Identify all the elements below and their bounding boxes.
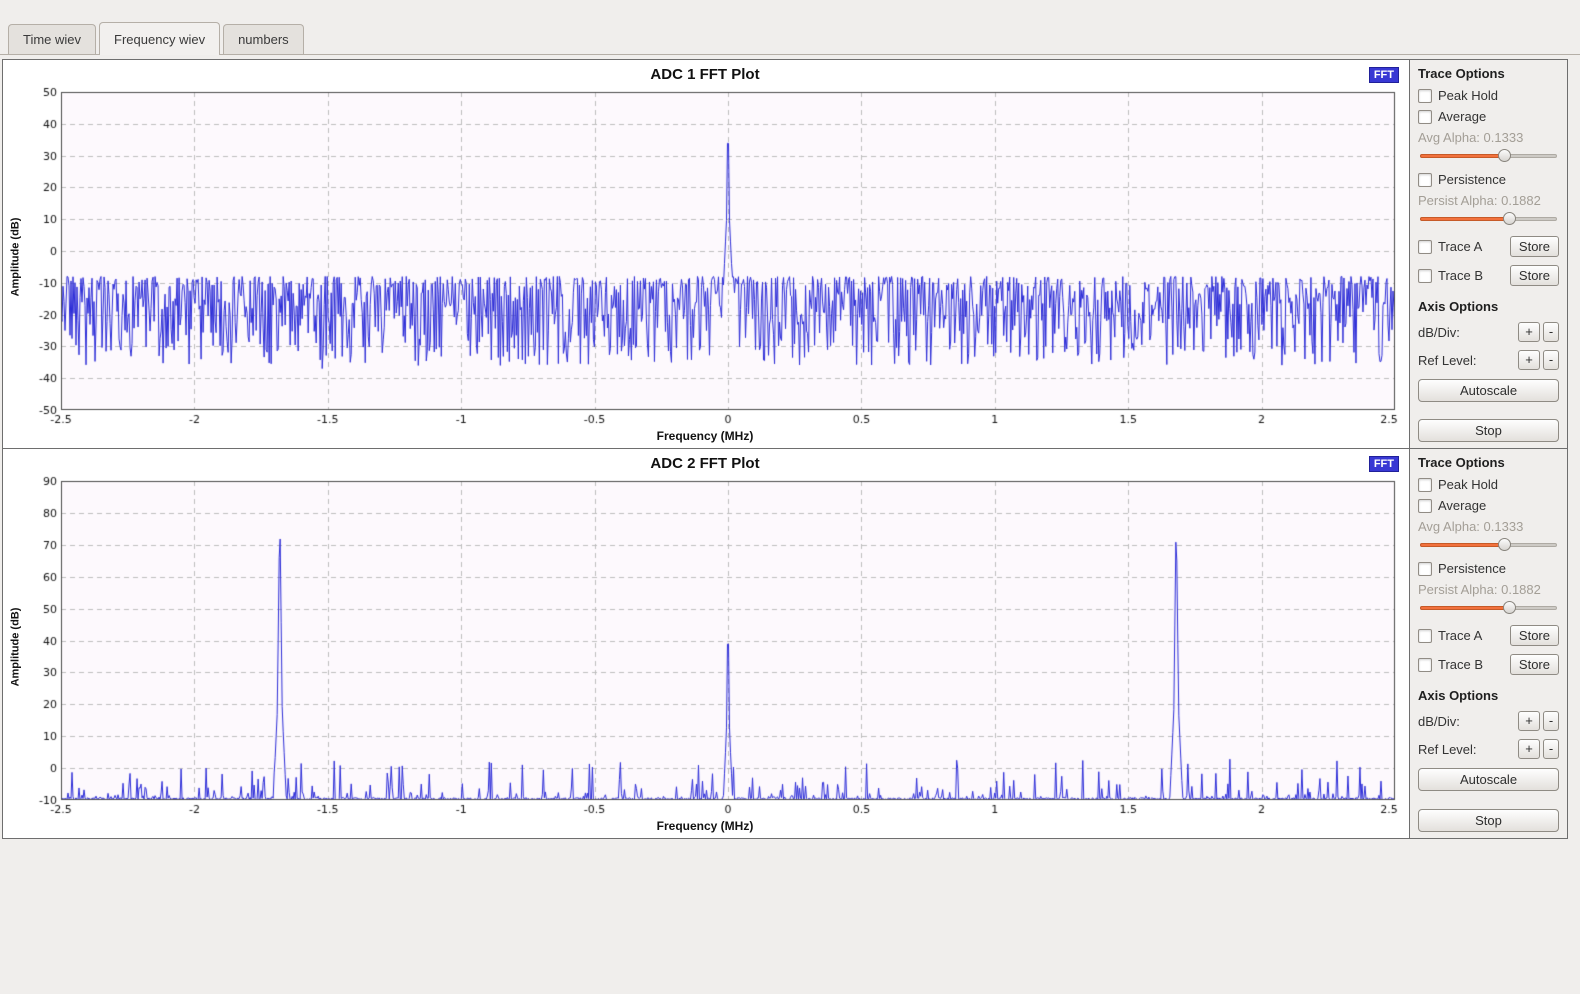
peak-hold-row[interactable]: Peak Hold [1418, 88, 1559, 103]
axis-options-heading: Axis Options [1418, 299, 1559, 314]
tab-bar: Time wiev Frequency wiev numbers [0, 0, 1580, 55]
persist-alpha-slider[interactable] [1420, 211, 1557, 227]
db-div-plus-button[interactable]: + [1518, 711, 1540, 731]
trace-b-label: Trace B [1438, 268, 1483, 283]
peak-hold-checkbox[interactable] [1418, 478, 1432, 492]
trace-b-row: Trace B Store [1418, 265, 1559, 286]
adc2-section: ADC 2 FFT Plot FFT Amplitude (dB) Freque… [3, 449, 1567, 838]
axis-options-heading: Axis Options [1418, 688, 1559, 703]
adc2-x-axis-label: Frequency (MHz) [7, 818, 1403, 836]
adc2-chart-area: Amplitude (dB) [7, 475, 1403, 818]
peak-hold-row[interactable]: Peak Hold [1418, 477, 1559, 492]
slider-fill [1420, 543, 1505, 547]
store-trace-a-button[interactable]: Store [1510, 236, 1559, 257]
ref-level-label: Ref Level: [1418, 742, 1515, 757]
average-row[interactable]: Average [1418, 498, 1559, 513]
persistence-checkbox[interactable] [1418, 173, 1432, 187]
trace-a-row: Trace A Store [1418, 625, 1559, 646]
peak-hold-label: Peak Hold [1438, 88, 1498, 103]
store-trace-b-button[interactable]: Store [1510, 265, 1559, 286]
avg-alpha-slider[interactable] [1420, 537, 1557, 553]
adc2-plot-panel: ADC 2 FFT Plot FFT Amplitude (dB) Freque… [3, 449, 1409, 838]
persistence-checkbox[interactable] [1418, 562, 1432, 576]
main-frame: ADC 1 FFT Plot FFT Amplitude (dB) Freque… [2, 59, 1568, 839]
avg-alpha-slider-knob[interactable] [1498, 538, 1511, 551]
persist-alpha-slider-knob[interactable] [1503, 601, 1516, 614]
ref-level-plus-button[interactable]: + [1518, 739, 1540, 759]
ref-level-row: Ref Level: + - [1418, 350, 1559, 370]
trace-a-checkbox[interactable] [1418, 240, 1432, 254]
trace-options-heading: Trace Options [1418, 66, 1559, 81]
persist-alpha-label: Persist Alpha: 0.1882 [1418, 193, 1559, 208]
trace-b-checkbox[interactable] [1418, 269, 1432, 283]
fft-badge: FFT [1369, 67, 1399, 83]
adc2-y-axis-label: Amplitude (dB) [7, 475, 23, 818]
store-trace-b-button[interactable]: Store [1510, 654, 1559, 675]
trace-a-checkbox[interactable] [1418, 629, 1432, 643]
stop-button[interactable]: Stop [1418, 419, 1559, 442]
adc2-fft-canvas [23, 475, 1403, 818]
average-checkbox[interactable] [1418, 499, 1432, 513]
tab-frequency-view[interactable]: Frequency wiev [99, 22, 220, 55]
trace-options-heading: Trace Options [1418, 455, 1559, 470]
slider-fill [1420, 154, 1505, 158]
fft-badge: FFT [1369, 456, 1399, 472]
adc1-y-axis-label: Amplitude (dB) [7, 86, 23, 428]
slider-fill [1420, 606, 1510, 610]
trace-b-checkbox[interactable] [1418, 658, 1432, 672]
db-div-row: dB/Div: + - [1418, 711, 1559, 731]
persistence-label: Persistence [1438, 561, 1506, 576]
db-div-label: dB/Div: [1418, 325, 1515, 340]
ref-level-label: Ref Level: [1418, 353, 1515, 368]
average-label: Average [1438, 498, 1486, 513]
ref-level-row: Ref Level: + - [1418, 739, 1559, 759]
slider-fill [1420, 217, 1510, 221]
ref-level-minus-button[interactable]: - [1543, 739, 1559, 759]
tab-time-view[interactable]: Time wiev [8, 24, 96, 54]
ref-level-minus-button[interactable]: - [1543, 350, 1559, 370]
average-checkbox[interactable] [1418, 110, 1432, 124]
adc1-trace-options-panel: Trace Options Peak Hold Average Avg Alph… [1409, 60, 1567, 448]
persist-alpha-label: Persist Alpha: 0.1882 [1418, 582, 1559, 597]
adc1-x-axis-label: Frequency (MHz) [7, 428, 1403, 446]
adc2-trace-options-panel: Trace Options Peak Hold Average Avg Alph… [1409, 449, 1567, 838]
db-div-row: dB/Div: + - [1418, 322, 1559, 342]
db-div-plus-button[interactable]: + [1518, 322, 1540, 342]
average-row[interactable]: Average [1418, 109, 1559, 124]
avg-alpha-label: Avg Alpha: 0.1333 [1418, 519, 1559, 534]
persistence-row[interactable]: Persistence [1418, 561, 1559, 576]
adc1-section: ADC 1 FFT Plot FFT Amplitude (dB) Freque… [3, 60, 1567, 449]
trace-a-label: Trace A [1438, 628, 1482, 643]
avg-alpha-slider-knob[interactable] [1498, 149, 1511, 162]
stop-button[interactable]: Stop [1418, 809, 1559, 832]
db-div-minus-button[interactable]: - [1543, 711, 1559, 731]
trace-a-row: Trace A Store [1418, 236, 1559, 257]
trace-b-label: Trace B [1438, 657, 1483, 672]
adc1-chart-area: Amplitude (dB) [7, 86, 1403, 428]
peak-hold-label: Peak Hold [1438, 477, 1498, 492]
persist-alpha-slider-knob[interactable] [1503, 212, 1516, 225]
db-div-minus-button[interactable]: - [1543, 322, 1559, 342]
adc2-plot-title: ADC 2 FFT Plot [7, 453, 1403, 475]
adc1-plot-panel: ADC 1 FFT Plot FFT Amplitude (dB) Freque… [3, 60, 1409, 448]
trace-a-label: Trace A [1438, 239, 1482, 254]
avg-alpha-label: Avg Alpha: 0.1333 [1418, 130, 1559, 145]
trace-b-row: Trace B Store [1418, 654, 1559, 675]
persistence-label: Persistence [1438, 172, 1506, 187]
db-div-label: dB/Div: [1418, 714, 1515, 729]
ref-level-plus-button[interactable]: + [1518, 350, 1540, 370]
autoscale-button[interactable]: Autoscale [1418, 768, 1559, 791]
persist-alpha-slider[interactable] [1420, 600, 1557, 616]
avg-alpha-slider[interactable] [1420, 148, 1557, 164]
adc1-fft-canvas [23, 86, 1403, 428]
autoscale-button[interactable]: Autoscale [1418, 379, 1559, 402]
tab-numbers[interactable]: numbers [223, 24, 304, 54]
peak-hold-checkbox[interactable] [1418, 89, 1432, 103]
persistence-row[interactable]: Persistence [1418, 172, 1559, 187]
store-trace-a-button[interactable]: Store [1510, 625, 1559, 646]
adc1-plot-title: ADC 1 FFT Plot [7, 64, 1403, 86]
average-label: Average [1438, 109, 1486, 124]
